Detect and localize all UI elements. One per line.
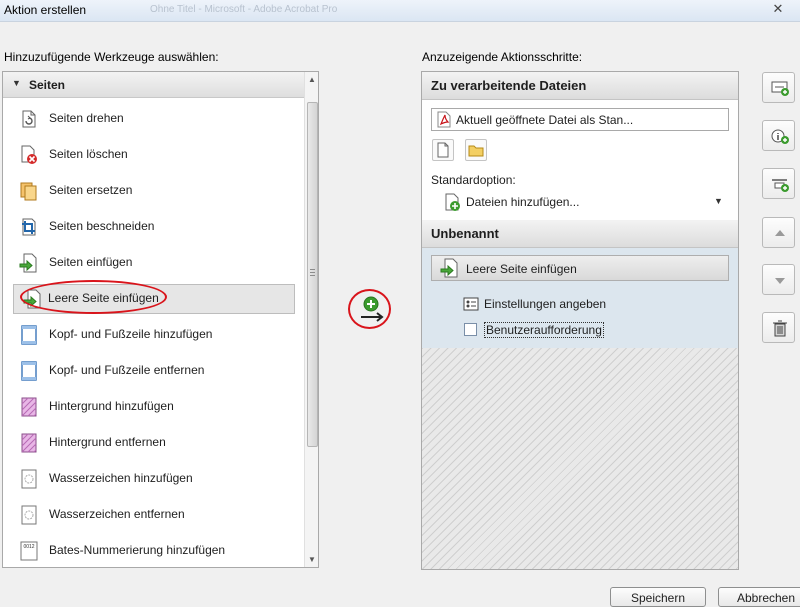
tool-item-insert-pages[interactable]: Seiten einfügen xyxy=(3,244,304,280)
add-file-button[interactable] xyxy=(762,72,795,103)
grip-line xyxy=(310,269,315,270)
tool-item-rotate-pages[interactable]: Seiten drehen xyxy=(3,100,304,136)
tools-scrollbar[interactable]: ▲ ▼ xyxy=(304,72,318,567)
group-header-pages[interactable]: ▼ Seiten xyxy=(3,72,304,98)
tool-item-background-add[interactable]: Hintergrund hinzufügen xyxy=(3,388,304,424)
grip-line xyxy=(310,272,315,273)
tool-label: Kopf- und Fußzeile entfernen xyxy=(49,363,205,377)
unnamed-header: Unbenannt xyxy=(422,220,738,248)
standard-option-dropdown[interactable]: Dateien hinzufügen... ▼ xyxy=(438,191,728,213)
chevron-down-icon[interactable]: ▼ xyxy=(714,196,723,206)
new-file-button[interactable] xyxy=(432,139,454,161)
header-footer-remove-icon xyxy=(21,361,37,381)
add-to-steps-button[interactable] xyxy=(351,293,387,325)
step-insert-blank-page[interactable]: Leere Seite einfügen xyxy=(431,255,729,281)
bates-numbering-icon: 0012 xyxy=(20,541,38,561)
collapse-triangle-icon[interactable]: ▼ xyxy=(12,78,21,88)
bates-icon-text: 0012 xyxy=(23,544,34,550)
scrollbar-thumb[interactable] xyxy=(307,102,318,447)
header-footer-add-icon xyxy=(21,325,37,345)
insert-pages-icon xyxy=(19,253,37,273)
tool-item-watermark-remove[interactable]: Wasserzeichen entfernen xyxy=(3,496,304,532)
group-header-label: Seiten xyxy=(29,78,66,92)
close-icon[interactable]: ✕ xyxy=(771,2,785,16)
pdf-file-icon xyxy=(437,111,451,128)
highlight-ellipse-selected-tool xyxy=(20,280,167,314)
tool-item-header-footer-remove[interactable]: Kopf- und Fußzeile entfernen xyxy=(3,352,304,388)
scroll-down-icon[interactable]: ▼ xyxy=(308,555,316,564)
insert-blank-page-icon xyxy=(440,258,458,278)
add-separator-icon xyxy=(772,179,789,192)
tool-label: Hintergrund hinzufügen xyxy=(49,399,174,413)
replace-pages-icon xyxy=(20,182,37,201)
add-separator-button[interactable] xyxy=(762,168,795,199)
file-source-text: Aktuell geöffnete Datei als Stan... xyxy=(456,113,634,127)
move-down-button[interactable] xyxy=(762,264,795,295)
tool-item-crop-pages[interactable]: Seiten beschneiden xyxy=(3,208,304,244)
tool-item-delete-pages[interactable]: Seiten löschen xyxy=(3,136,304,172)
steps-panel: Zu verarbeitende Dateien Aktuell geöffne… xyxy=(421,71,739,570)
tool-item-bates-numbering[interactable]: 0012 Bates-Nummerierung hinzufügen xyxy=(3,532,304,567)
tool-label: Kopf- und Fußzeile hinzufügen xyxy=(49,327,213,341)
tool-label: Seiten löschen xyxy=(49,147,128,161)
tool-item-replace-pages[interactable]: Seiten ersetzen xyxy=(3,172,304,208)
background-window-title: Ohne Titel - Microsoft - Adobe Acrobat P… xyxy=(150,4,338,15)
step-label: Leere Seite einfügen xyxy=(466,262,577,276)
add-files-icon xyxy=(445,193,460,211)
tool-item-watermark-add[interactable]: Wasserzeichen hinzufügen xyxy=(3,460,304,496)
move-up-icon xyxy=(775,230,785,236)
watermark-remove-icon xyxy=(21,505,37,525)
tool-item-header-footer-add[interactable]: Kopf- und Fußzeile hinzufügen xyxy=(3,316,304,352)
standard-option-label: Standardoption: xyxy=(431,173,516,187)
background-remove-icon xyxy=(21,433,37,453)
delete-step-button[interactable] xyxy=(762,312,795,343)
tool-label: Hintergrund entfernen xyxy=(49,435,166,449)
save-button[interactable]: Speichern xyxy=(610,587,706,607)
open-folder-button[interactable] xyxy=(465,139,487,161)
scroll-up-icon[interactable]: ▲ xyxy=(308,75,316,84)
settings-list-icon xyxy=(463,297,479,311)
tool-item-background-remove[interactable]: Hintergrund entfernen xyxy=(3,424,304,460)
right-heading: Anzuzeigende Aktionsschritte: xyxy=(422,50,583,64)
left-heading: Hinzuzufügende Werkzeuge auswählen: xyxy=(4,50,219,64)
tool-label: Seiten drehen xyxy=(49,111,124,125)
move-up-button[interactable] xyxy=(762,217,795,248)
standard-option-value: Dateien hinzufügen... xyxy=(466,195,580,209)
file-source-field[interactable]: Aktuell geöffnete Datei als Stan... xyxy=(431,108,729,131)
tools-panel: ▼ Seiten Seiten drehen Seiten löschen Se… xyxy=(2,71,319,568)
background-add-icon xyxy=(21,397,37,417)
tool-label: Bates-Nummerierung hinzufügen xyxy=(49,543,226,557)
window-title: Aktion erstellen xyxy=(4,3,87,17)
watermark-add-icon xyxy=(21,469,37,489)
tool-label: Seiten ersetzen xyxy=(49,183,133,197)
delete-pages-icon xyxy=(21,145,37,164)
trash-icon xyxy=(773,320,787,337)
folder-icon xyxy=(468,145,484,157)
blank-page-icon xyxy=(437,142,449,158)
tool-list: Seiten drehen Seiten löschen Seiten erse… xyxy=(3,100,304,567)
user-prompt-checkbox[interactable] xyxy=(464,323,477,336)
add-info-button[interactable] xyxy=(762,120,795,151)
crop-pages-icon xyxy=(22,218,36,236)
settings-label: Einstellungen angeben xyxy=(484,297,607,311)
tool-label: Seiten einfügen xyxy=(49,255,133,269)
empty-steps-area xyxy=(422,348,738,569)
add-info-icon xyxy=(771,129,789,144)
cancel-button[interactable]: Abbrechen xyxy=(718,587,800,607)
user-prompt-label[interactable]: Benutzeraufforderung xyxy=(484,322,604,338)
title-bar: Aktion erstellen Ohne Titel - Microsoft … xyxy=(0,0,800,22)
rotate-pages-icon xyxy=(22,110,36,128)
grip-line xyxy=(310,275,315,276)
files-header: Zu verarbeitende Dateien xyxy=(422,72,738,100)
move-down-icon xyxy=(775,278,785,284)
tool-label: Wasserzeichen entfernen xyxy=(49,507,185,521)
tool-label: Wasserzeichen hinzufügen xyxy=(49,471,193,485)
tool-label: Seiten beschneiden xyxy=(49,219,155,233)
add-file-icon xyxy=(771,81,789,96)
